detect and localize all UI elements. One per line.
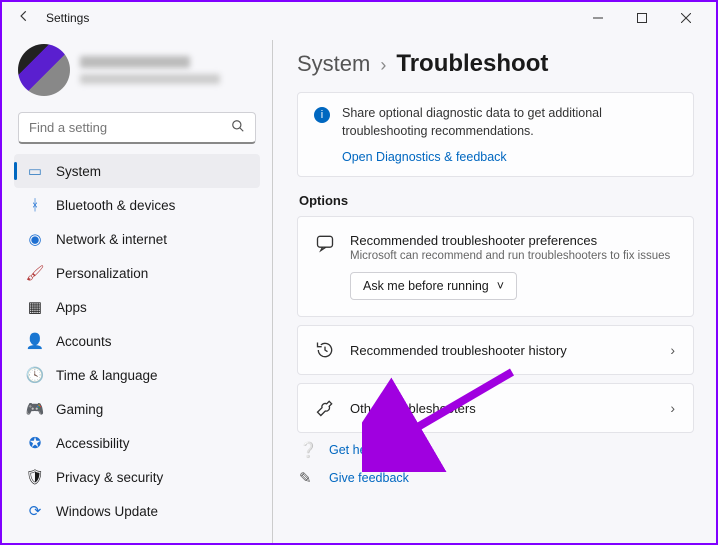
options-heading: Options bbox=[299, 193, 694, 208]
breadcrumb-parent[interactable]: System bbox=[297, 51, 370, 77]
pref-title: Recommended troubleshooter preferences bbox=[350, 233, 677, 248]
feedback-icon: ✎ bbox=[299, 469, 317, 487]
brush-icon: 🖌 bbox=[26, 264, 44, 282]
history-icon bbox=[314, 340, 336, 360]
troubleshooter-preferences-card: Recommended troubleshooter preferences M… bbox=[297, 216, 694, 317]
nav-privacy[interactable]: 🛡Privacy & security bbox=[14, 460, 260, 494]
open-diagnostics-link[interactable]: Open Diagnostics & feedback bbox=[342, 150, 507, 164]
nav-gaming[interactable]: 🎮Gaming bbox=[14, 392, 260, 426]
get-help-link[interactable]: ❔ Get help bbox=[299, 441, 694, 459]
gamepad-icon: 🎮 bbox=[26, 400, 44, 418]
chevron-down-icon: ˅ bbox=[497, 279, 504, 293]
nav-accessibility[interactable]: ✪Accessibility bbox=[14, 426, 260, 460]
nav-system[interactable]: ▭System bbox=[14, 154, 260, 188]
nav-apps[interactable]: ▦Apps bbox=[14, 290, 260, 324]
troubleshooter-history-row[interactable]: Recommended troubleshooter history › bbox=[297, 325, 694, 375]
wrench-icon bbox=[314, 398, 336, 418]
close-button[interactable] bbox=[664, 3, 708, 33]
other-troubleshooters-row[interactable]: Other troubleshooters › bbox=[297, 383, 694, 433]
diagnostics-message: Share optional diagnostic data to get ad… bbox=[342, 105, 677, 140]
give-feedback-link[interactable]: ✎ Give feedback bbox=[299, 469, 694, 487]
shield-icon: 🛡 bbox=[26, 468, 44, 486]
page-title: Troubleshoot bbox=[396, 50, 548, 78]
clock-icon: 🕓 bbox=[26, 366, 44, 384]
search-icon bbox=[231, 119, 245, 136]
profile-email-redacted bbox=[80, 74, 220, 84]
person-icon: 👤 bbox=[26, 332, 44, 350]
pref-subtitle: Microsoft can recommend and run troubles… bbox=[350, 250, 677, 262]
bluetooth-icon: ᚼ bbox=[26, 196, 44, 214]
nav-bluetooth[interactable]: ᚼBluetooth & devices bbox=[14, 188, 260, 222]
titlebar: Settings bbox=[2, 2, 716, 34]
nav-accounts[interactable]: 👤Accounts bbox=[14, 324, 260, 358]
nav-personalization[interactable]: 🖌Personalization bbox=[14, 256, 260, 290]
nav-list: ▭System ᚼBluetooth & devices ◉Network & … bbox=[14, 154, 260, 528]
chevron-right-icon: › bbox=[668, 400, 677, 416]
main-panel: System › Troubleshoot i Share optional d… bbox=[273, 34, 716, 543]
accessibility-icon: ✪ bbox=[26, 434, 44, 452]
diagnostics-info-card: i Share optional diagnostic data to get … bbox=[297, 92, 694, 177]
other-title: Other troubleshooters bbox=[350, 401, 654, 416]
sidebar: ▭System ᚼBluetooth & devices ◉Network & … bbox=[2, 34, 272, 543]
help-icon: ❔ bbox=[299, 441, 317, 459]
chat-icon bbox=[314, 233, 336, 253]
nav-update[interactable]: ⟳Windows Update bbox=[14, 494, 260, 528]
window-title: Settings bbox=[38, 11, 89, 25]
back-button[interactable] bbox=[10, 9, 38, 28]
minimize-button[interactable] bbox=[576, 3, 620, 33]
profile-header[interactable] bbox=[14, 40, 260, 108]
breadcrumb: System › Troubleshoot bbox=[297, 50, 694, 78]
search-input[interactable] bbox=[29, 120, 231, 135]
maximize-button[interactable] bbox=[620, 3, 664, 33]
chevron-right-icon: › bbox=[668, 342, 677, 358]
search-box[interactable] bbox=[18, 112, 256, 144]
nav-time[interactable]: 🕓Time & language bbox=[14, 358, 260, 392]
nav-network[interactable]: ◉Network & internet bbox=[14, 222, 260, 256]
info-icon: i bbox=[314, 107, 330, 123]
history-title: Recommended troubleshooter history bbox=[350, 343, 654, 358]
update-icon: ⟳ bbox=[26, 502, 44, 520]
chevron-right-icon: › bbox=[380, 55, 386, 76]
wifi-icon: ◉ bbox=[26, 230, 44, 248]
apps-icon: ▦ bbox=[26, 298, 44, 316]
avatar bbox=[18, 44, 70, 96]
profile-name-redacted bbox=[80, 56, 190, 68]
pref-dropdown[interactable]: Ask me before running ˅ bbox=[350, 272, 517, 300]
system-icon: ▭ bbox=[26, 162, 44, 180]
